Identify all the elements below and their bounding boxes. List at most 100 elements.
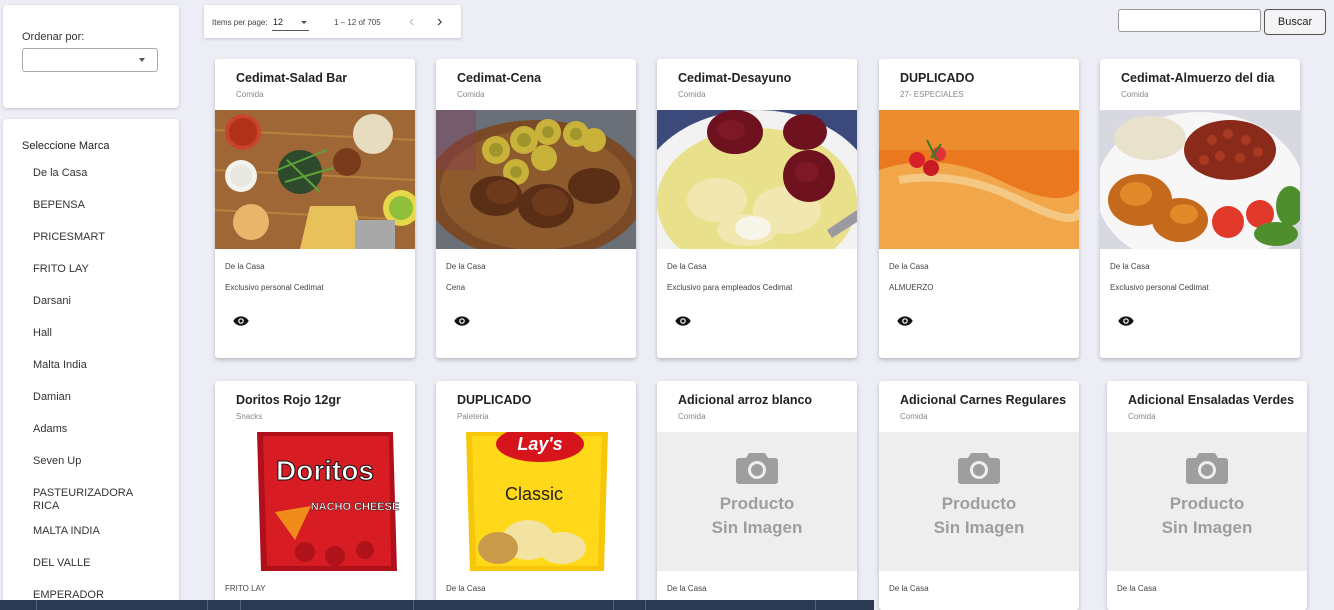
product-category: Comida: [678, 90, 706, 99]
brand-item[interactable]: Malta India: [33, 359, 153, 391]
brand-item[interactable]: MALTA INDIA: [33, 525, 153, 557]
camera-icon: [735, 449, 779, 485]
doritos-bag: Doritos NACHO CHEESE: [215, 432, 415, 571]
product-brand: De la Casa: [889, 262, 929, 271]
brand-item[interactable]: Darsani: [33, 295, 153, 327]
product-brand: De la Casa: [1110, 262, 1150, 271]
product-category: Comida: [900, 412, 928, 421]
product-title: DUPLICADO: [457, 393, 532, 407]
product-card[interactable]: Adicional Carnes Regulares Comida Produc…: [879, 381, 1079, 610]
salad-bar-photo: [215, 110, 415, 249]
camera-icon: [1185, 449, 1229, 485]
product-brand: De la Casa: [225, 262, 265, 271]
no-image-line2: Sin Imagen: [1161, 518, 1253, 537]
doritos-flavor: NACHO CHEESE: [311, 501, 400, 513]
brand-item[interactable]: Adams: [33, 423, 153, 455]
product-category: Paleteria: [457, 412, 489, 421]
no-image-line2: Sin Imagen: [933, 518, 1025, 537]
doritos-logo: Doritos: [276, 455, 374, 486]
product-card[interactable]: Cedimat-Cena Comida De la Casa Cena: [436, 59, 636, 358]
no-image-line1: Producto: [719, 494, 795, 513]
search-button[interactable]: Buscar: [1264, 9, 1326, 35]
product-title: Adicional Ensaladas Verdes: [1128, 393, 1295, 407]
product-brand: De la Casa: [889, 584, 929, 593]
product-title: Cedimat-Almuerzo del dia: [1121, 71, 1275, 85]
brand-item[interactable]: Damian: [33, 391, 153, 423]
product-title: Cedimat-Cena: [457, 71, 542, 85]
product-category: Comida: [1121, 90, 1149, 99]
product-title: Cedimat-Salad Bar: [236, 71, 348, 85]
brand-panel: Seleccione Marca De la Casa BEPENSA PRIC…: [3, 119, 179, 610]
product-card[interactable]: Cedimat-Desayuno Comida De la Casa Exclu…: [657, 59, 857, 358]
no-image-line1: Producto: [941, 494, 1017, 513]
dropdown-arrow-icon: [301, 21, 307, 24]
taskbar: [0, 600, 874, 610]
product-card[interactable]: DUPLICADO Paleteria Lay's Classic De la …: [436, 381, 636, 610]
product-title: Cedimat-Desayuno: [678, 71, 792, 85]
product-category: Snacks: [236, 412, 263, 421]
no-image-placeholder: Producto Sin Imagen: [657, 432, 857, 571]
eye-icon[interactable]: [675, 315, 691, 327]
eye-icon[interactable]: [233, 315, 249, 327]
product-brand: De la Casa: [446, 262, 486, 271]
rice-beans-chicken-photo: [1100, 110, 1300, 249]
eye-icon[interactable]: [454, 315, 470, 327]
product-title: Adicional arroz blanco: [678, 393, 813, 407]
product-brand: De la Casa: [446, 584, 486, 593]
product-card[interactable]: Cedimat-Almuerzo del dia Comida De la Ca…: [1100, 59, 1300, 358]
order-panel: Ordenar por:: [3, 5, 179, 108]
mangu-salami-photo: [657, 110, 857, 249]
camera-icon: [957, 449, 1001, 485]
eye-icon[interactable]: [897, 315, 913, 327]
brand-item[interactable]: De la Casa: [33, 167, 153, 199]
items-per-page-label: Items per page:: [212, 18, 268, 27]
product-description: Cena: [446, 283, 466, 292]
page-size-value: 12: [273, 17, 284, 27]
product-brand: De la Casa: [1117, 584, 1157, 593]
brand-item[interactable]: Hall: [33, 327, 153, 359]
brand-item[interactable]: DEL VALLE: [33, 557, 153, 589]
product-description: Exclusivo personal Cedimat: [1110, 283, 1209, 292]
next-page-button[interactable]: ›: [437, 14, 442, 30]
brand-title: Seleccione Marca: [22, 140, 110, 152]
no-image-placeholder: Producto Sin Imagen: [879, 432, 1079, 571]
order-label: Ordenar por:: [22, 31, 85, 43]
product-category: Comida: [457, 90, 485, 99]
page-range: 1 – 12 of 705: [334, 18, 381, 27]
product-description: ALMUERZO: [889, 283, 934, 292]
brand-list: De la Casa BEPENSA PRICESMART FRITO LAY …: [33, 167, 153, 610]
product-category: Comida: [1128, 412, 1156, 421]
brand-item[interactable]: PASTEURIZADORA RICA: [33, 487, 153, 525]
product-brand: De la Casa: [667, 262, 707, 271]
no-image-line2: Sin Imagen: [711, 518, 803, 537]
lays-logo: Lay's: [517, 434, 562, 454]
no-image-line1: Producto: [1169, 494, 1245, 513]
lays-classic-bag: Lay's Classic: [436, 432, 636, 571]
search-input[interactable]: [1118, 9, 1261, 32]
product-card[interactable]: Cedimat-Salad Bar Comida De la Casa Excl…: [215, 59, 415, 358]
brand-item[interactable]: PRICESMART: [33, 231, 153, 263]
dropdown-arrow-icon: [139, 58, 145, 62]
brand-item[interactable]: Seven Up: [33, 455, 153, 487]
product-card[interactable]: Adicional Ensaladas Verdes Comida Produc…: [1107, 381, 1307, 610]
product-title: Adicional Carnes Regulares: [900, 393, 1067, 407]
product-brand: FRITO LAY: [225, 584, 266, 593]
orange-puree-tomato-photo: [879, 110, 1079, 249]
product-title: Doritos Rojo 12gr: [236, 393, 341, 407]
brand-item[interactable]: FRITO LAY: [33, 263, 153, 295]
fried-chicken-tostones-photo: [436, 110, 636, 249]
product-category: 27- ESPECIALES: [900, 90, 964, 99]
product-card[interactable]: Doritos Rojo 12gr Snacks Doritos NACHO C…: [215, 381, 415, 610]
previous-page-button[interactable]: ‹: [409, 14, 414, 30]
product-category: Comida: [236, 90, 264, 99]
product-card[interactable]: Adicional arroz blanco Comida Producto Si…: [657, 381, 857, 610]
lays-flavor: Classic: [505, 484, 563, 504]
product-description: Exclusivo para empleados Cedimat: [667, 283, 793, 292]
brand-item[interactable]: BEPENSA: [33, 199, 153, 231]
order-select[interactable]: [22, 48, 158, 72]
eye-icon[interactable]: [1118, 315, 1134, 327]
product-category: Comida: [678, 412, 706, 421]
page-size-select[interactable]: 12: [272, 17, 309, 31]
product-card[interactable]: DUPLICADO 27- ESPECIALES De la Casa ALMU…: [879, 59, 1079, 358]
product-description: Exclusivo personal Cedimat: [225, 283, 324, 292]
